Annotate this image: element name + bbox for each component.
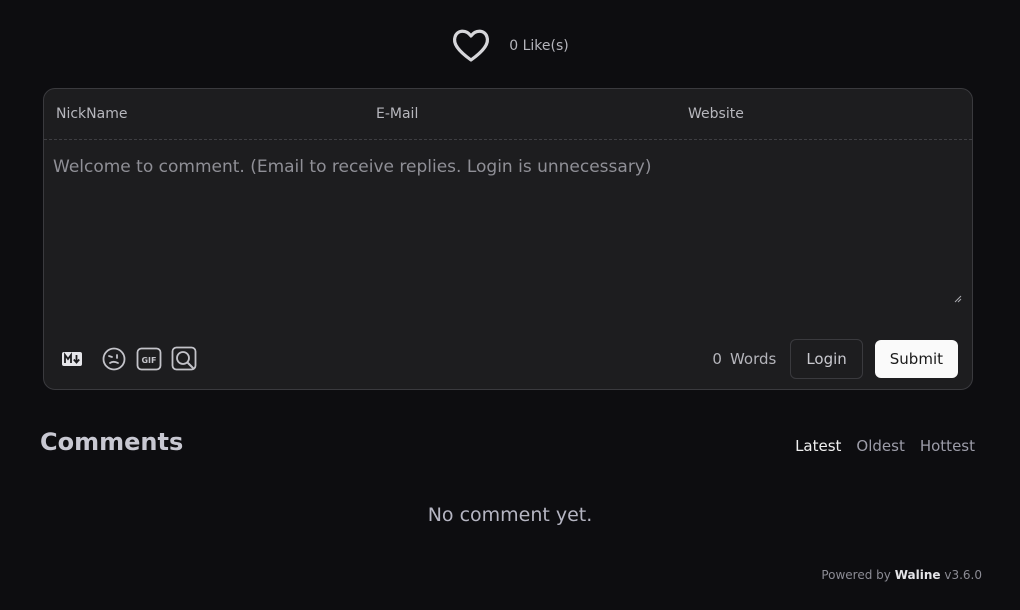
sort-hottest[interactable]: Hottest — [920, 437, 975, 455]
sort-options: Latest Oldest Hottest — [795, 437, 975, 455]
comment-form: NickName E-Mail Website Welcome to comme… — [43, 88, 973, 390]
gif-icon[interactable]: GIF — [136, 346, 162, 372]
resize-handle-icon[interactable] — [954, 295, 962, 303]
email-placeholder: E-Mail — [376, 106, 419, 122]
word-counter: 0 Words — [712, 350, 776, 368]
waline-link[interactable]: Waline — [895, 568, 941, 582]
markdown-icon[interactable] — [59, 346, 85, 372]
user-info-row: NickName E-Mail Website — [44, 89, 972, 140]
powered-prefix: Powered by — [821, 568, 891, 582]
comment-textarea[interactable]: Welcome to comment. (Email to receive re… — [53, 157, 962, 304]
word-label: Words — [729, 350, 777, 368]
comments-title: Comments — [40, 428, 184, 456]
sort-latest[interactable]: Latest — [795, 437, 841, 455]
website-input[interactable]: Website — [678, 89, 972, 139]
empty-comments-message: No comment yet. — [427, 504, 593, 526]
nickname-placeholder: NickName — [56, 106, 128, 122]
submit-button[interactable]: Submit — [874, 340, 958, 378]
email-input[interactable]: E-Mail — [366, 89, 678, 139]
sort-oldest[interactable]: Oldest — [856, 437, 904, 455]
login-button[interactable]: Login — [790, 339, 863, 379]
comment-placeholder: Welcome to comment. (Email to receive re… — [53, 157, 652, 177]
powered-by: Powered by Waline v3.6.0 — [821, 568, 982, 582]
like-bar: 0 Like(s) — [0, 27, 1020, 65]
heart-icon[interactable] — [451, 27, 491, 65]
website-placeholder: Website — [688, 106, 744, 122]
emoji-icon[interactable] — [101, 346, 127, 372]
editor-toolbar: GIF 0 Words Login Submit — [44, 339, 972, 379]
word-count: 0 — [712, 350, 722, 368]
nickname-input[interactable]: NickName — [44, 89, 366, 139]
preview-icon[interactable] — [171, 346, 197, 372]
svg-text:GIF: GIF — [141, 356, 156, 365]
like-count: 0 Like(s) — [509, 38, 569, 54]
version-text: v3.6.0 — [944, 568, 982, 582]
